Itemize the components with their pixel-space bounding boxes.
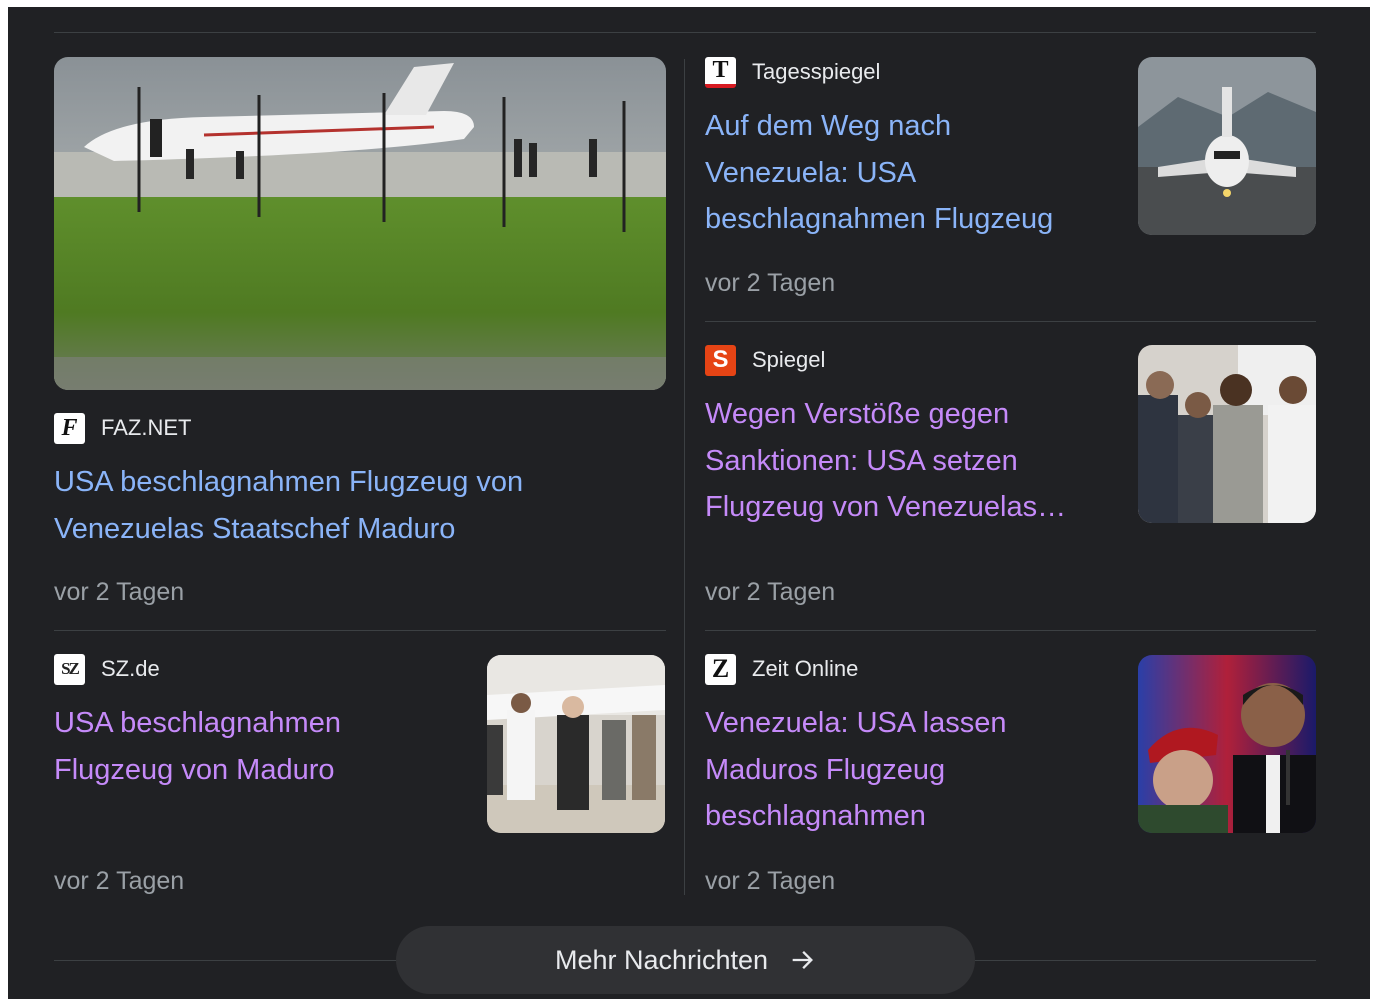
article-source-zeit[interactable]: Z Zeit Online xyxy=(705,653,858,685)
arrow-right-icon xyxy=(788,946,816,974)
article-source-spiegel[interactable]: S Spiegel xyxy=(705,344,825,376)
featured-source-name: FAZ.NET xyxy=(101,415,192,440)
article-source-sz[interactable]: SZ SZ.de xyxy=(54,653,160,685)
spiegel-logo-icon: S xyxy=(705,344,736,376)
featured-headline-link[interactable]: USA beschlagnahmen Flugzeug von Venezuel… xyxy=(54,459,614,552)
tagesspiegel-logo-icon: T xyxy=(705,56,736,88)
more-news-label: Mehr Nachrichten xyxy=(554,944,769,975)
featured-time: vor 2 Tagen xyxy=(54,578,185,606)
article-time: vor 2 Tagen xyxy=(705,269,836,297)
article-image-plane-front[interactable] xyxy=(1138,57,1316,235)
article-time: vor 2 Tagen xyxy=(54,867,185,895)
sz-logo-icon: SZ xyxy=(54,653,85,685)
featured-source[interactable]: F FAZ.NET xyxy=(54,412,191,444)
row-divider xyxy=(705,321,1316,322)
article-source-name: Zeit Online xyxy=(752,656,859,681)
row-divider xyxy=(705,630,1316,631)
top-divider xyxy=(54,32,1316,33)
zeit-logo-icon: Z xyxy=(705,653,736,685)
article-image-officials[interactable] xyxy=(1138,345,1316,523)
article-image-portrait[interactable] xyxy=(1138,655,1316,833)
article-headline-link[interactable]: Auf dem Weg nach Venezuela: USA beschlag… xyxy=(705,103,1100,243)
row-divider xyxy=(54,630,666,631)
article-headline-link[interactable]: Venezuela: USA lassen Maduros Flugzeug b… xyxy=(705,700,1100,840)
article-source-name: SZ.de xyxy=(101,656,160,681)
article-headline-link[interactable]: Wegen Verstöße gegen Sanktionen: USA set… xyxy=(705,391,1100,531)
article-source-name: Tagesspiegel xyxy=(752,59,881,84)
article-time: vor 2 Tagen xyxy=(705,867,836,895)
article-source-tagesspiegel[interactable]: T Tagesspiegel xyxy=(705,56,880,88)
featured-image[interactable] xyxy=(54,57,666,390)
article-image-delegation[interactable] xyxy=(487,655,665,833)
faz-logo-icon: F xyxy=(54,412,85,444)
article-time: vor 2 Tagen xyxy=(705,578,836,606)
more-news-button[interactable]: Mehr Nachrichten xyxy=(396,926,975,994)
article-source-name: Spiegel xyxy=(752,347,826,372)
article-headline-link[interactable]: USA beschlagnahmen Flugzeug von Maduro xyxy=(54,700,449,793)
column-divider xyxy=(684,59,685,895)
news-panel: F FAZ.NET USA beschlagnahmen Flugzeug vo… xyxy=(8,7,1370,999)
